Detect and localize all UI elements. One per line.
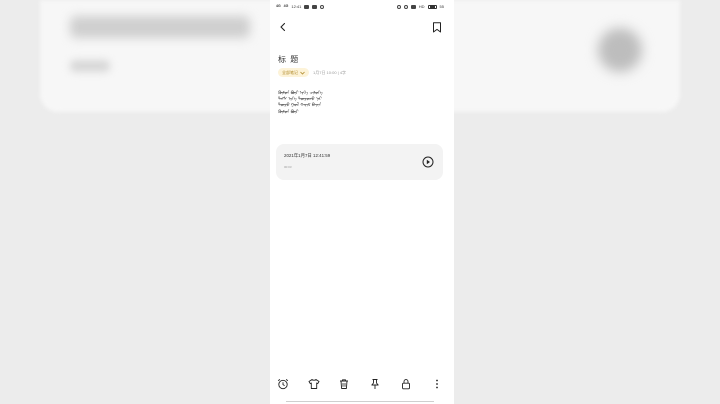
signal-2: 4G [283, 3, 289, 8]
play-icon [422, 156, 434, 168]
note-meta: 1月7日 10:00 | 4字 [313, 69, 347, 75]
trash-icon [340, 379, 348, 389]
vibrate-icon [403, 4, 408, 9]
gesture-bar[interactable] [286, 401, 434, 402]
shirt-icon [308, 379, 320, 389]
video-icon [304, 4, 310, 9]
body-line: ᠬᠥᠮᠦᠨ ᠪᠦᠷ [278, 108, 299, 114]
chevron-left-icon [280, 22, 286, 32]
alarm-icon [277, 379, 289, 390]
chevron-down-icon [300, 71, 305, 75]
lock-button[interactable] [399, 377, 413, 391]
play-button[interactable] [422, 156, 434, 168]
folder-chip[interactable]: 全部笔记 [278, 68, 309, 77]
more-button[interactable] [430, 377, 444, 391]
theme-button[interactable] [307, 377, 321, 391]
background-subtitle [70, 60, 110, 72]
audio-duration: 00:03 [284, 165, 292, 169]
wifi-icon [410, 4, 416, 9]
signal-1: 4G [276, 3, 281, 8]
audio-recording-card[interactable]: 2021年1月7日 12:41:59 00:03 [276, 144, 443, 180]
audio-title: 2021年1月7日 12:41:59 [284, 153, 331, 158]
bookmark-icon [433, 21, 441, 32]
reminder-button[interactable] [276, 377, 290, 391]
bottom-toolbar [270, 374, 454, 394]
battery-level: 55 [439, 4, 444, 9]
note-title[interactable]: 标 题 [278, 54, 299, 65]
more-icon [436, 379, 438, 389]
note-meta-row: 全部笔记 1月7日 10:00 | 4字 [278, 68, 346, 77]
phone-screen: 4G 4G 12:41 HD 55 ㅤ ㅤ 标 题 全部笔记 1月7日 10:0… [270, 0, 454, 404]
nfc-icon [396, 4, 401, 9]
background-avatar [598, 28, 642, 72]
pin-button[interactable] [368, 377, 382, 391]
background-title [70, 16, 250, 38]
network-label: HD [418, 4, 425, 9]
lock-icon [402, 379, 410, 390]
back-button[interactable] [276, 20, 290, 34]
folder-label: 全部笔记 [282, 69, 298, 75]
notification-icon [320, 4, 325, 9]
bookmark-button[interactable] [430, 20, 444, 34]
note-body[interactable]: ᠬᠥᠮᠦᠨ ᠪᠦᠷ ᠡᠷᠬᠡ ᠴᠢᠯᠥᠭᠡ ᠲᠡᠭᠰ ᠡᠷᠬᠡ ᠲᠥᠷᠥᠵᠥ ᠨ… [278, 90, 378, 115]
battery-icon [427, 4, 437, 9]
status-time: 12:41 [291, 4, 302, 9]
status-bar: 4G 4G 12:41 HD 55 [270, 0, 454, 14]
pin-icon [371, 379, 379, 389]
chat-icon [312, 4, 318, 9]
delete-button[interactable] [337, 377, 351, 391]
